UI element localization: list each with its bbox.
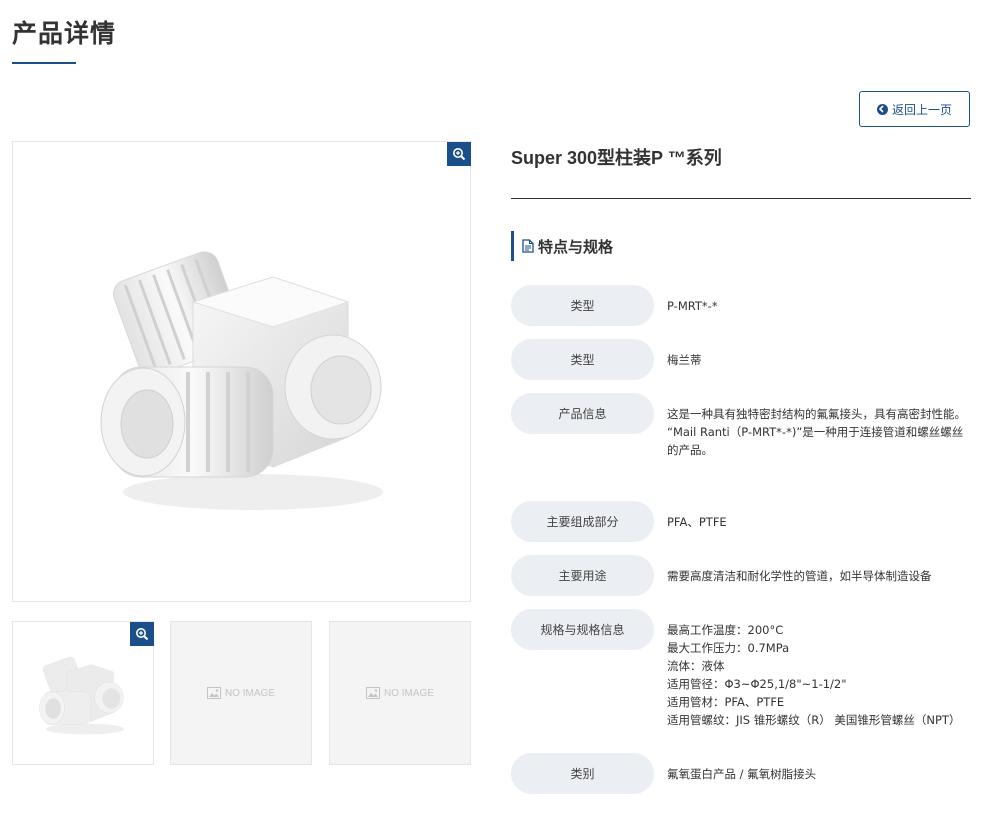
- spec-line: 最大工作压力：0.7MPa: [667, 641, 790, 655]
- product-title: Super 300型柱装P ™系列: [511, 148, 722, 168]
- spec-value-type-2: 梅兰蒂: [667, 353, 702, 367]
- spec-line: 适用管径：Φ3~Φ25,1/8"~1-1/2": [667, 677, 847, 691]
- section-header: 特点与规格: [511, 231, 613, 261]
- spec-label-usage: 主要用途: [511, 555, 654, 596]
- main-product-image[interactable]: [12, 141, 471, 602]
- section-title: 特点与规格: [538, 237, 614, 256]
- spec-value-specifications: 最高工作温度：200°C 最大工作压力：0.7MPa 流体：液体 适用管径：Φ3…: [667, 621, 960, 729]
- thumbnail-2[interactable]: NO IMAGE: [170, 621, 312, 765]
- no-image-label: NO IMAGE: [224, 687, 275, 699]
- spec-label-type: 类型: [511, 285, 654, 326]
- document-icon: [522, 239, 534, 253]
- spec-label-type-2: 类型: [511, 339, 654, 380]
- back-button[interactable]: 返回上一页: [859, 91, 970, 127]
- spec-value-type: P-MRT*-*: [667, 299, 718, 313]
- spec-line: 最高工作温度：200°C: [667, 623, 784, 637]
- circle-arrow-left-icon: [876, 103, 888, 115]
- thumbnail-fitting-illustration: [39, 656, 124, 735]
- image-icon: [206, 687, 221, 699]
- spec-line: “Mail Ranti（P-MRT*-*)”是一种用于连接管道和螺丝螺丝的产品。: [667, 425, 964, 457]
- spec-value-components: PFA、PTFE: [667, 515, 727, 529]
- title-underline: [12, 62, 76, 64]
- zoom-in-icon[interactable]: [130, 622, 154, 646]
- spec-value-product-info: 这是一种具有独特密封结构的氟氟接头，具有高密封性能。 “Mail Ranti（P…: [667, 405, 967, 459]
- image-icon: [365, 687, 380, 699]
- fitting-illustration: [100, 251, 383, 510]
- spec-line: 流体：液体: [667, 659, 725, 673]
- thumbnail-3[interactable]: NO IMAGE: [329, 621, 471, 765]
- back-button-label: 返回上一页: [891, 102, 952, 117]
- spec-value-usage: 需要高度清洁和耐化学性的管道，如半导体制造设备: [667, 569, 932, 583]
- spec-line: 这是一种具有独特密封结构的氟氟接头，具有高密封性能。: [667, 407, 966, 421]
- page-title: 产品详情: [12, 19, 117, 48]
- spec-label-category: 类别: [511, 753, 654, 794]
- spec-label-product-info: 产品信息: [511, 393, 654, 434]
- spec-line: 适用管材：PFA、PTFE: [667, 695, 785, 709]
- spec-line: 适用管螺纹：JIS 锥形螺纹（R） 美国锥形管螺丝（NPT）: [667, 713, 961, 727]
- spec-value-category: 氟氧蛋白产品 / 氟氧树脂接头: [667, 767, 817, 781]
- spec-label-specifications: 规格与规格信息: [511, 609, 654, 650]
- thumbnail-1[interactable]: [12, 621, 154, 765]
- zoom-in-icon[interactable]: [447, 142, 471, 166]
- no-image-label: NO IMAGE: [383, 687, 434, 699]
- spec-label-components: 主要组成部分: [511, 501, 654, 542]
- title-divider: [511, 198, 971, 199]
